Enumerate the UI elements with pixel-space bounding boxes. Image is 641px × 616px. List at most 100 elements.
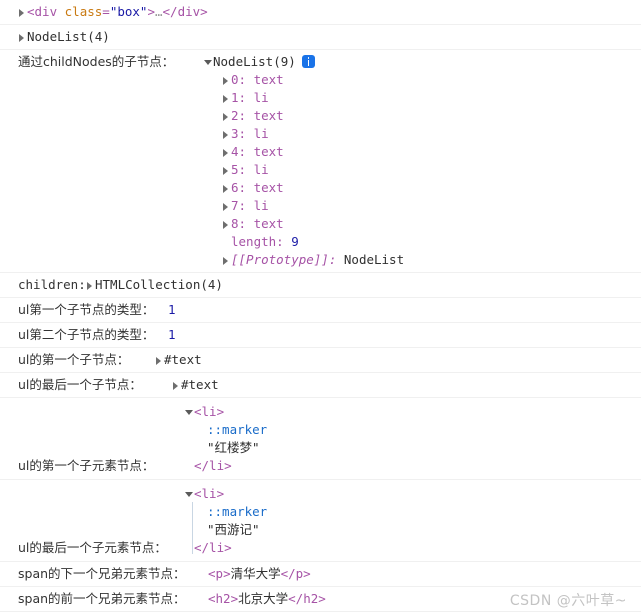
first-element-child-label: ul的第一个子元素节点： xyxy=(18,458,155,473)
console-row-first-element-child: ul的第一个子元素节点： <li> ::marker "红楼梦" </li> xyxy=(0,398,641,480)
first-child-node-label: ul的第一个子节点： xyxy=(18,352,130,367)
console-row-last-child-node[interactable]: ul的最后一个子节点： #text xyxy=(0,373,641,398)
tree-guide-line xyxy=(192,502,193,554)
expand-arrow-icon[interactable] xyxy=(222,71,231,89)
li-open-line[interactable]: <li> xyxy=(185,403,267,421)
item-type: li xyxy=(253,90,269,105)
expand-arrow-icon[interactable] xyxy=(18,3,27,21)
attribute-value: "box" xyxy=(109,4,148,19)
nodelist-item[interactable]: 6: text xyxy=(204,179,404,197)
li-element-block: <li> ::marker "红楼梦" </li> xyxy=(185,403,267,475)
second-child-type-label: ul第二个子节点的类型： xyxy=(18,327,155,342)
console-row-children[interactable]: children: HTMLCollection(4) xyxy=(0,273,641,298)
closing-tag: </p> xyxy=(280,566,311,581)
collapse-arrow-icon[interactable] xyxy=(185,403,194,421)
tag-open-bracket: < xyxy=(208,566,216,581)
tag-name: li xyxy=(201,486,217,501)
csdn-watermark: CSDN @六叶草~ xyxy=(509,593,627,609)
item-type: text xyxy=(253,216,284,231)
nodelist-header-label: NodeList(9) xyxy=(213,54,296,69)
marker-pseudo-element: ::marker xyxy=(207,504,268,519)
expand-arrow-icon[interactable] xyxy=(172,376,181,394)
first-child-type-value: 1 xyxy=(168,302,176,317)
tag-close-bracket: > xyxy=(230,591,239,606)
expand-arrow-icon[interactable] xyxy=(86,276,95,294)
nodelist-item[interactable]: 8: text xyxy=(204,215,404,233)
length-value: 9 xyxy=(291,234,299,249)
info-icon[interactable] xyxy=(301,55,315,68)
item-index: 8: xyxy=(231,216,247,231)
tag-open-bracket: < xyxy=(194,404,202,419)
expand-arrow-icon[interactable] xyxy=(222,89,231,107)
tag-close-bracket: > xyxy=(216,404,225,419)
nodelist-item[interactable]: 4: text xyxy=(204,143,404,161)
expand-arrow-icon[interactable] xyxy=(222,179,231,197)
expand-arrow-icon[interactable] xyxy=(222,197,231,215)
expand-arrow-icon[interactable] xyxy=(18,28,27,46)
closing-tag: </li> xyxy=(194,540,232,555)
collapse-arrow-icon[interactable] xyxy=(185,485,194,503)
tag-close-bracket: > xyxy=(223,566,231,581)
nodelist-item[interactable]: 0: text xyxy=(204,71,404,89)
item-index: 3: xyxy=(231,126,247,141)
li-text-content: "西游记" xyxy=(207,522,260,537)
nodelist-length-line: length: 9 xyxy=(204,233,404,251)
li-marker-line[interactable]: ::marker xyxy=(185,421,267,439)
nodelist-item[interactable]: 1: li xyxy=(204,89,404,107)
li-close-line: </li> xyxy=(185,457,267,475)
childnodes-tree: NodeList(9) 0: text 1: li 2: text 3: li … xyxy=(204,53,404,269)
item-type: li xyxy=(253,162,269,177)
div-element-preview: <div class="box">…</div> xyxy=(27,3,208,21)
expand-arrow-icon[interactable] xyxy=(222,215,231,233)
expand-arrow-icon[interactable] xyxy=(155,351,164,369)
closing-tag: </li> xyxy=(194,458,232,473)
marker-pseudo-element: ::marker xyxy=(207,422,268,437)
item-type: text xyxy=(253,72,284,87)
nodelist-item[interactable]: 3: li xyxy=(204,125,404,143)
nodelist-item[interactable]: 7: li xyxy=(204,197,404,215)
expand-arrow-icon[interactable] xyxy=(222,161,231,179)
expand-arrow-icon[interactable] xyxy=(222,125,231,143)
tag-open-bracket: < xyxy=(208,591,216,606)
h2-element-preview: <h2>北京大学</h2> xyxy=(208,590,326,608)
nodelist-prototype-line[interactable]: [[Prototype]]: NodeList xyxy=(204,251,404,269)
console-row-last-element-child: ul的最后一个子元素节点： <li> ::marker "西游记" </li> xyxy=(0,480,641,562)
item-type: li xyxy=(253,126,269,141)
prototype-value: NodeList xyxy=(343,252,405,267)
first-child-type-label: ul第一个子节点的类型： xyxy=(18,302,155,317)
h2-text-content: 北京大学 xyxy=(238,591,289,606)
expand-arrow-icon[interactable] xyxy=(222,107,231,125)
li-marker-line[interactable]: ::marker xyxy=(185,503,267,521)
item-type: text xyxy=(253,180,284,195)
console-row-first-child-node[interactable]: ul的第一个子节点： #text xyxy=(0,348,641,373)
console-row-div-preview[interactable]: <div class="box">…</div> xyxy=(0,0,641,25)
expand-arrow-icon[interactable] xyxy=(222,251,231,269)
expand-arrow-icon[interactable] xyxy=(222,143,231,161)
console-row-first-child-type: ul第一个子节点的类型： 1 xyxy=(0,298,641,323)
console-row-second-child-type: ul第二个子节点的类型： 1 xyxy=(0,323,641,348)
li-close-line: </li> xyxy=(185,539,267,557)
li-open-line[interactable]: <li> xyxy=(185,485,267,503)
item-index: 6: xyxy=(231,180,247,195)
li-text-line: "西游记" xyxy=(185,521,267,539)
nodelist-item[interactable]: 2: text xyxy=(204,107,404,125)
item-type: text xyxy=(253,108,284,123)
second-child-type-value: 1 xyxy=(168,327,176,342)
children-value: HTMLCollection(4) xyxy=(95,277,223,292)
devtools-console-output: <div class="box">…</div> NodeList(4) 通过c… xyxy=(0,0,641,612)
p-element-preview: <p>清华大学</p> xyxy=(208,565,311,583)
console-row-next-sibling: span的下一个兄弟元素节点： <p>清华大学</p> xyxy=(0,562,641,587)
p-text-content: 清华大学 xyxy=(230,566,281,581)
collapse-arrow-icon[interactable] xyxy=(204,53,213,71)
nodelist-item[interactable]: 5: li xyxy=(204,161,404,179)
prev-sibling-label: span的前一个兄弟元素节点： xyxy=(18,591,186,606)
tag-open-bracket: < xyxy=(194,486,202,501)
closing-tag: </h2> xyxy=(288,591,326,606)
console-row-nodelist4[interactable]: NodeList(4) xyxy=(0,25,641,50)
childnodes-label: 通过childNodes的子节点： xyxy=(18,54,175,69)
item-type: text xyxy=(253,144,284,159)
collapsed-content-ellipsis[interactable]: … xyxy=(155,4,163,19)
nodelist-header-line[interactable]: NodeList(9) xyxy=(204,53,404,71)
console-row-childnodes: 通过childNodes的子节点： NodeList(9) 0: text 1:… xyxy=(0,50,641,273)
li-text-content: "红楼梦" xyxy=(207,440,260,455)
